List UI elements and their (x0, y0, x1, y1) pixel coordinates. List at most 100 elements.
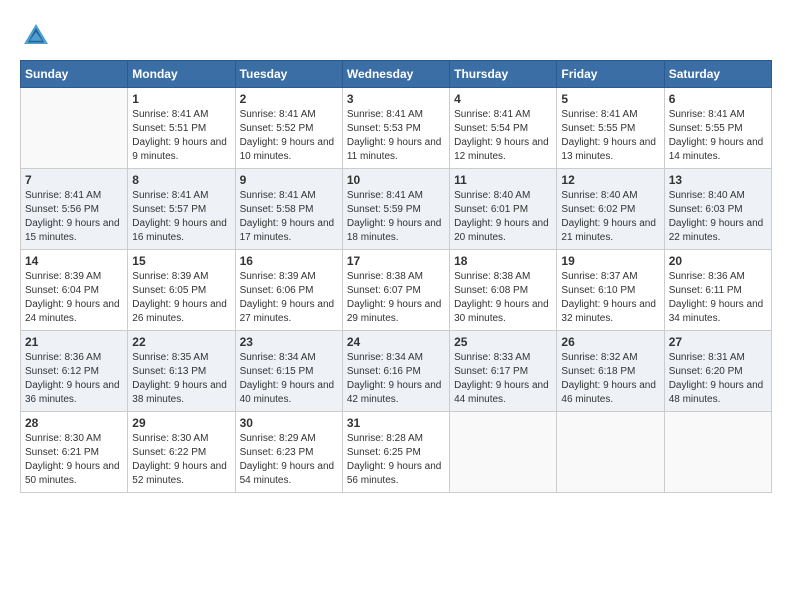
calendar-day-header: Saturday (664, 61, 771, 88)
day-info: Sunrise: 8:40 AMSunset: 6:02 PMDaylight:… (561, 189, 659, 245)
day-info: Sunrise: 8:36 AMSunset: 6:12 PMDaylight:… (25, 351, 123, 407)
day-number: 5 (561, 92, 659, 106)
day-info: Sunrise: 8:34 AMSunset: 6:15 PMDaylight:… (240, 351, 338, 407)
calendar-header-row: SundayMondayTuesdayWednesdayThursdayFrid… (21, 61, 772, 88)
calendar-day-header: Sunday (21, 61, 128, 88)
calendar-day-cell: 28 Sunrise: 8:30 AMSunset: 6:21 PMDayligh… (21, 412, 128, 493)
calendar-day-cell: 5 Sunrise: 8:41 AMSunset: 5:55 PMDaylight… (557, 88, 664, 169)
calendar: SundayMondayTuesdayWednesdayThursdayFrid… (20, 60, 772, 493)
day-info: Sunrise: 8:29 AMSunset: 6:23 PMDaylight:… (240, 432, 338, 488)
calendar-day-cell: 10 Sunrise: 8:41 AMSunset: 5:59 PMDayligh… (342, 169, 449, 250)
day-number: 4 (454, 92, 552, 106)
day-info: Sunrise: 8:40 AMSunset: 6:03 PMDaylight:… (669, 189, 767, 245)
calendar-day-header: Thursday (450, 61, 557, 88)
day-info: Sunrise: 8:41 AMSunset: 5:53 PMDaylight:… (347, 108, 445, 164)
day-number: 30 (240, 416, 338, 430)
day-number: 23 (240, 335, 338, 349)
day-number: 1 (132, 92, 230, 106)
calendar-day-cell: 4 Sunrise: 8:41 AMSunset: 5:54 PMDaylight… (450, 88, 557, 169)
calendar-day-cell: 6Sunrise: 8:41 AMSunset: 5:55 PMDaylight… (664, 88, 771, 169)
calendar-day-cell (21, 88, 128, 169)
calendar-day-cell: 7Sunrise: 8:41 AMSunset: 5:56 PMDaylight… (21, 169, 128, 250)
calendar-day-cell: 8 Sunrise: 8:41 AMSunset: 5:57 PMDaylight… (128, 169, 235, 250)
day-info: Sunrise: 8:41 AMSunset: 5:58 PMDaylight:… (240, 189, 338, 245)
day-number: 22 (132, 335, 230, 349)
day-number: 26 (561, 335, 659, 349)
day-number: 9 (240, 173, 338, 187)
day-number: 29 (132, 416, 230, 430)
day-number: 31 (347, 416, 445, 430)
day-number: 13 (669, 173, 767, 187)
calendar-day-cell (664, 412, 771, 493)
calendar-day-cell: 17Sunrise: 8:38 AMSunset: 6:07 PMDayligh… (342, 250, 449, 331)
calendar-day-cell: 14Sunrise: 8:39 AMSunset: 6:04 PMDayligh… (21, 250, 128, 331)
day-info: Sunrise: 8:30 AMSunset: 6:21 PMDaylight:… (25, 432, 123, 488)
logo-icon (20, 20, 52, 52)
day-number: 25 (454, 335, 552, 349)
day-info: Sunrise: 8:31 AMSunset: 6:20 PMDaylight:… (669, 351, 767, 407)
calendar-day-header: Wednesday (342, 61, 449, 88)
day-number: 11 (454, 173, 552, 187)
day-number: 12 (561, 173, 659, 187)
calendar-day-cell: 1 Sunrise: 8:41 AMSunset: 5:51 PMDaylight… (128, 88, 235, 169)
calendar-day-cell (450, 412, 557, 493)
calendar-week-row: 1 Sunrise: 8:41 AMSunset: 5:51 PMDaylight… (21, 88, 772, 169)
day-number: 8 (132, 173, 230, 187)
calendar-day-cell: 3Sunrise: 8:41 AMSunset: 5:53 PMDaylight… (342, 88, 449, 169)
day-info: Sunrise: 8:41 AMSunset: 5:54 PMDaylight:… (454, 108, 552, 164)
calendar-day-cell: 18Sunrise: 8:38 AMSunset: 6:08 PMDayligh… (450, 250, 557, 331)
logo (20, 20, 56, 52)
day-info: Sunrise: 8:41 AMSunset: 5:57 PMDaylight:… (132, 189, 230, 245)
calendar-day-cell: 27 Sunrise: 8:31 AMSunset: 6:20 PMDayligh… (664, 331, 771, 412)
day-number: 24 (347, 335, 445, 349)
day-number: 7 (25, 173, 123, 187)
day-info: Sunrise: 8:41 AMSunset: 5:52 PMDaylight:… (240, 108, 338, 164)
day-number: 21 (25, 335, 123, 349)
day-info: Sunrise: 8:38 AMSunset: 6:07 PMDaylight:… (347, 270, 445, 326)
page-header (20, 20, 772, 52)
calendar-day-cell: 9 Sunrise: 8:41 AMSunset: 5:58 PMDaylight… (235, 169, 342, 250)
calendar-day-cell: 26Sunrise: 8:32 AMSunset: 6:18 PMDayligh… (557, 331, 664, 412)
day-info: Sunrise: 8:41 AMSunset: 5:51 PMDaylight:… (132, 108, 230, 164)
day-number: 15 (132, 254, 230, 268)
calendar-day-cell: 11Sunrise: 8:40 AMSunset: 6:01 PMDayligh… (450, 169, 557, 250)
calendar-day-cell: 23 Sunrise: 8:34 AMSunset: 6:15 PMDayligh… (235, 331, 342, 412)
calendar-day-cell: 12 Sunrise: 8:40 AMSunset: 6:02 PMDayligh… (557, 169, 664, 250)
calendar-week-row: 14Sunrise: 8:39 AMSunset: 6:04 PMDayligh… (21, 250, 772, 331)
calendar-day-cell: 19 Sunrise: 8:37 AMSunset: 6:10 PMDayligh… (557, 250, 664, 331)
day-number: 2 (240, 92, 338, 106)
calendar-day-header: Tuesday (235, 61, 342, 88)
day-number: 14 (25, 254, 123, 268)
calendar-week-row: 28 Sunrise: 8:30 AMSunset: 6:21 PMDayligh… (21, 412, 772, 493)
day-number: 19 (561, 254, 659, 268)
calendar-day-cell: 16 Sunrise: 8:39 AMSunset: 6:06 PMDayligh… (235, 250, 342, 331)
calendar-day-cell: 13 Sunrise: 8:40 AMSunset: 6:03 PMDayligh… (664, 169, 771, 250)
day-number: 16 (240, 254, 338, 268)
day-info: Sunrise: 8:39 AMSunset: 6:06 PMDaylight:… (240, 270, 338, 326)
day-info: Sunrise: 8:37 AMSunset: 6:10 PMDaylight:… (561, 270, 659, 326)
day-info: Sunrise: 8:41 AMSunset: 5:59 PMDaylight:… (347, 189, 445, 245)
day-info: Sunrise: 8:41 AMSunset: 5:55 PMDaylight:… (561, 108, 659, 164)
calendar-day-cell: 25 Sunrise: 8:33 AMSunset: 6:17 PMDayligh… (450, 331, 557, 412)
day-number: 28 (25, 416, 123, 430)
calendar-day-cell: 2 Sunrise: 8:41 AMSunset: 5:52 PMDaylight… (235, 88, 342, 169)
calendar-day-cell: 22Sunrise: 8:35 AMSunset: 6:13 PMDayligh… (128, 331, 235, 412)
calendar-day-header: Friday (557, 61, 664, 88)
calendar-day-cell (557, 412, 664, 493)
day-number: 27 (669, 335, 767, 349)
calendar-day-cell: 24 Sunrise: 8:34 AMSunset: 6:16 PMDayligh… (342, 331, 449, 412)
day-info: Sunrise: 8:30 AMSunset: 6:22 PMDaylight:… (132, 432, 230, 488)
calendar-week-row: 21 Sunrise: 8:36 AMSunset: 6:12 PMDayligh… (21, 331, 772, 412)
day-number: 20 (669, 254, 767, 268)
day-number: 10 (347, 173, 445, 187)
day-info: Sunrise: 8:38 AMSunset: 6:08 PMDaylight:… (454, 270, 552, 326)
calendar-day-cell: 29 Sunrise: 8:30 AMSunset: 6:22 PMDayligh… (128, 412, 235, 493)
calendar-day-cell: 20Sunrise: 8:36 AMSunset: 6:11 PMDayligh… (664, 250, 771, 331)
calendar-day-cell: 31Sunrise: 8:28 AMSunset: 6:25 PMDayligh… (342, 412, 449, 493)
day-info: Sunrise: 8:34 AMSunset: 6:16 PMDaylight:… (347, 351, 445, 407)
calendar-day-cell: 21 Sunrise: 8:36 AMSunset: 6:12 PMDayligh… (21, 331, 128, 412)
calendar-day-cell: 15Sunrise: 8:39 AMSunset: 6:05 PMDayligh… (128, 250, 235, 331)
calendar-day-cell: 30 Sunrise: 8:29 AMSunset: 6:23 PMDayligh… (235, 412, 342, 493)
day-info: Sunrise: 8:33 AMSunset: 6:17 PMDaylight:… (454, 351, 552, 407)
calendar-day-header: Monday (128, 61, 235, 88)
